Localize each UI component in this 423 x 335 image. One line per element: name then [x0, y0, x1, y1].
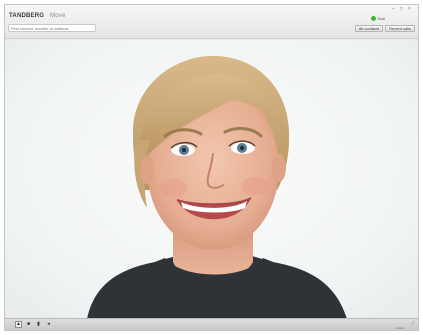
bottom-toolbar: ▲ ■ ▮ ◂ Quality ⟋: [5, 318, 418, 330]
call-controls: ▲ ■ ▮ ◂: [15, 321, 52, 328]
quality-label: Quality: [395, 326, 405, 330]
brand-name: TANDBERG: [9, 13, 45, 19]
video-area: [5, 40, 418, 319]
maximize-icon[interactable]: □: [399, 7, 404, 12]
minimize-icon[interactable]: –: [391, 7, 396, 12]
presence-dot-icon: [370, 16, 376, 21]
remote-video-image: [87, 55, 347, 319]
presence-label: Kari: [377, 16, 385, 21]
resize-grip-icon[interactable]: ⟋: [411, 321, 415, 328]
close-icon[interactable]: ×: [407, 7, 412, 12]
camera-icon[interactable]: ■: [25, 321, 32, 328]
search-input[interactable]: [8, 24, 96, 32]
presence-status[interactable]: Kari: [370, 16, 385, 21]
microphone-icon[interactable]: ▮: [35, 321, 42, 328]
recent-calls-button[interactable]: Recent calls: [385, 25, 415, 32]
all-contacts-button[interactable]: All contacts: [354, 25, 384, 32]
product-name: Move: [50, 13, 66, 19]
window-controls: – □ ×: [391, 7, 412, 12]
top-button-group: All contacts Recent calls: [354, 25, 415, 32]
brand-logo: TANDBERG Move: [9, 13, 66, 19]
speaker-icon[interactable]: ◂: [45, 321, 52, 328]
title-bar: TANDBERG Move – □ × Kari All contacts Re…: [5, 5, 418, 39]
self-view-icon[interactable]: ▲: [15, 321, 22, 328]
app-window: TANDBERG Move – □ × Kari All contacts Re…: [4, 4, 419, 331]
